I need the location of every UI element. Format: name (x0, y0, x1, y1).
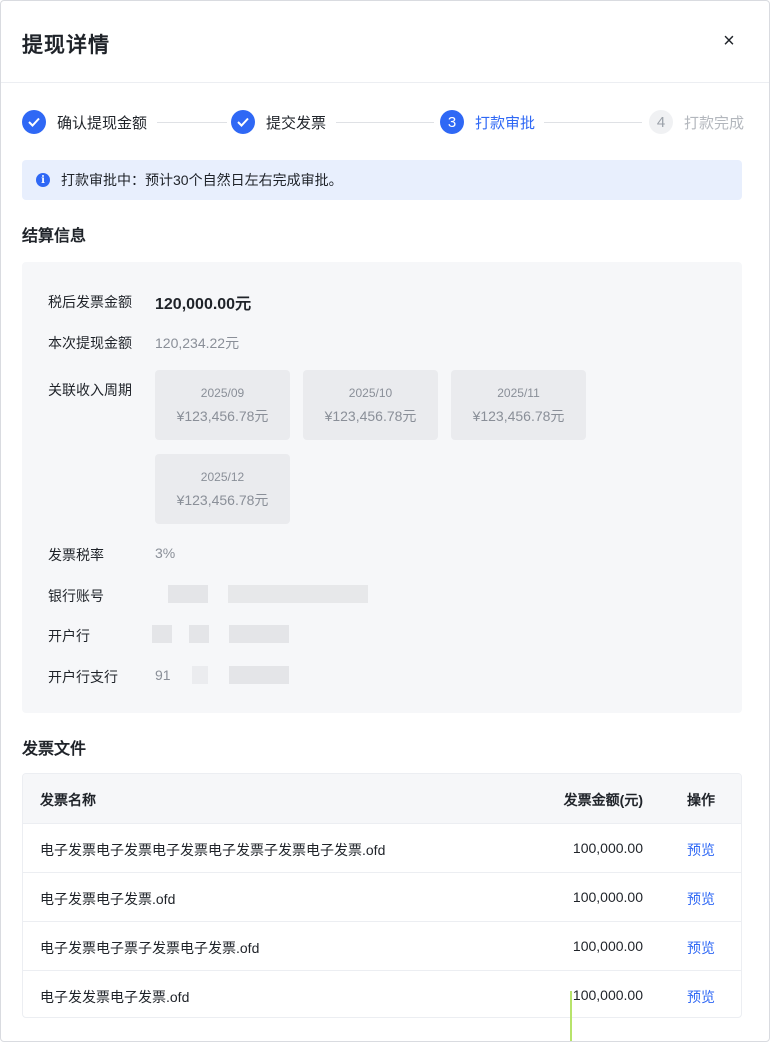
period-month: 2025/12 (200, 470, 245, 484)
table-row: 电子发发票电子发票.ofd 100,000.00 预览 (23, 971, 741, 1017)
period-amount: ¥123,456.78元 (472, 408, 565, 424)
income-period-label: 关联收入周期 (48, 382, 132, 398)
step-confirm-amount: 确认提现金额 (22, 108, 147, 136)
invoice-amount: 100,000.00 (572, 889, 643, 905)
bank-account-label: 银行账号 (48, 588, 104, 604)
table-row: 电子发票电子发票.ofd 100,000.00 预览 (23, 873, 741, 922)
income-period-card: 2025/11 ¥123,456.78元 (451, 370, 586, 440)
step-connector (157, 122, 227, 123)
progress-steps: 确认提现金额 提交发票 3 打款审批 4 打款完成 (22, 108, 744, 136)
tax-rate-label: 发票税率 (48, 547, 104, 563)
preview-link[interactable]: 预览 (687, 840, 715, 860)
settlement-section-title: 结算信息 (22, 228, 87, 245)
close-icon[interactable]: × (719, 31, 739, 51)
period-amount: ¥123,456.78元 (324, 408, 417, 424)
preview-link[interactable]: 预览 (687, 938, 715, 958)
table-row: 电子发票电子票子发票电子发票.ofd 100,000.00 预览 (23, 922, 741, 971)
bank-label: 开户行 (48, 628, 90, 644)
redacted-bank-account (228, 585, 368, 603)
income-period-card: 2025/12 ¥123,456.78元 (155, 454, 290, 524)
invoice-name: 电子发票电子发票电子发票电子发票子发票电子发票.ofd (40, 842, 386, 858)
redacted-bank-branch (229, 666, 289, 684)
column-header-name: 发票名称 (40, 792, 96, 808)
step-payment-complete: 4 打款完成 (649, 108, 744, 136)
bank-branch-value: 91 (155, 667, 171, 683)
invoice-section-title: 发票文件 (22, 741, 87, 758)
redacted-bank-name (152, 625, 172, 643)
preview-link[interactable]: 预览 (687, 987, 715, 1007)
step-connector (336, 122, 434, 123)
modal-title: 提现详情 (22, 34, 110, 57)
tax-rate-value: 3% (155, 545, 176, 561)
redacted-bank-branch (192, 666, 208, 684)
redacted-bank-name (189, 625, 209, 643)
text-cursor-marker (570, 991, 572, 1041)
invoice-amount: 100,000.00 (572, 840, 643, 856)
check-icon (231, 110, 255, 134)
step-label: 打款完成 (684, 114, 745, 132)
period-month: 2025/11 (497, 386, 540, 400)
bank-branch-label: 开户行支行 (48, 669, 118, 685)
withdraw-amount-label: 本次提现金额 (48, 335, 132, 351)
invoice-table: 发票名称 发票金额(元) 操作 电子发票电子发票电子发票电子发票子发票电子发票.… (22, 773, 742, 1018)
period-month: 2025/10 (348, 386, 393, 400)
info-alert: i 打款审批中：预计30个自然日左右完成审批。 (22, 160, 742, 200)
invoice-name: 电子发票电子发票.ofd (40, 891, 176, 907)
column-header-amount: 发票金额(元) (563, 792, 643, 808)
redacted-bank-account (168, 585, 208, 603)
period-amount: ¥123,456.78元 (176, 492, 269, 508)
table-row: 电子发票电子发票电子发票电子发票子发票电子发票.ofd 100,000.00 预… (23, 824, 741, 873)
withdrawal-detail-modal: 提现详情 × 确认提现金额 提交发票 3 打款审批 4 打款完成 i 打款审批中… (0, 0, 770, 1042)
settlement-panel: 税后发票金额 120,000.00元 本次提现金额 120,234.22元 关联… (22, 262, 742, 713)
income-period-card: 2025/09 ¥123,456.78元 (155, 370, 290, 440)
step-submit-invoice: 提交发票 (231, 108, 326, 136)
after-tax-invoice-label: 税后发票金额 (48, 294, 132, 310)
info-icon: i (36, 173, 50, 187)
alert-text: 打款审批中：预计30个自然日左右完成审批。 (61, 172, 343, 188)
income-period-card: 2025/10 ¥123,456.78元 (303, 370, 438, 440)
check-icon (22, 110, 46, 134)
step-payment-approval: 3 打款审批 (440, 108, 535, 136)
after-tax-invoice-value: 120,000.00元 (155, 296, 252, 313)
step-number: 4 (649, 110, 673, 134)
period-amount: ¥123,456.78元 (176, 408, 269, 424)
invoice-name: 电子发票电子票子发票电子发票.ofd (40, 940, 260, 956)
step-label: 确认提现金额 (57, 114, 148, 132)
step-label: 打款审批 (475, 114, 536, 132)
redacted-bank-name (229, 625, 289, 643)
invoice-amount: 100,000.00 (572, 938, 643, 954)
invoice-name: 电子发发票电子发票.ofd (40, 989, 190, 1005)
invoice-amount: 100,000.00 (572, 987, 643, 1003)
step-label: 提交发票 (266, 114, 327, 132)
column-header-action: 操作 (687, 792, 715, 808)
step-connector (544, 122, 642, 123)
preview-link[interactable]: 预览 (687, 889, 715, 909)
period-month: 2025/09 (200, 386, 245, 400)
step-number: 3 (440, 110, 464, 134)
modal-header: 提现详情 × (1, 1, 769, 83)
withdraw-amount-value: 120,234.22元 (155, 335, 240, 351)
table-header: 发票名称 发票金额(元) 操作 (23, 774, 741, 824)
